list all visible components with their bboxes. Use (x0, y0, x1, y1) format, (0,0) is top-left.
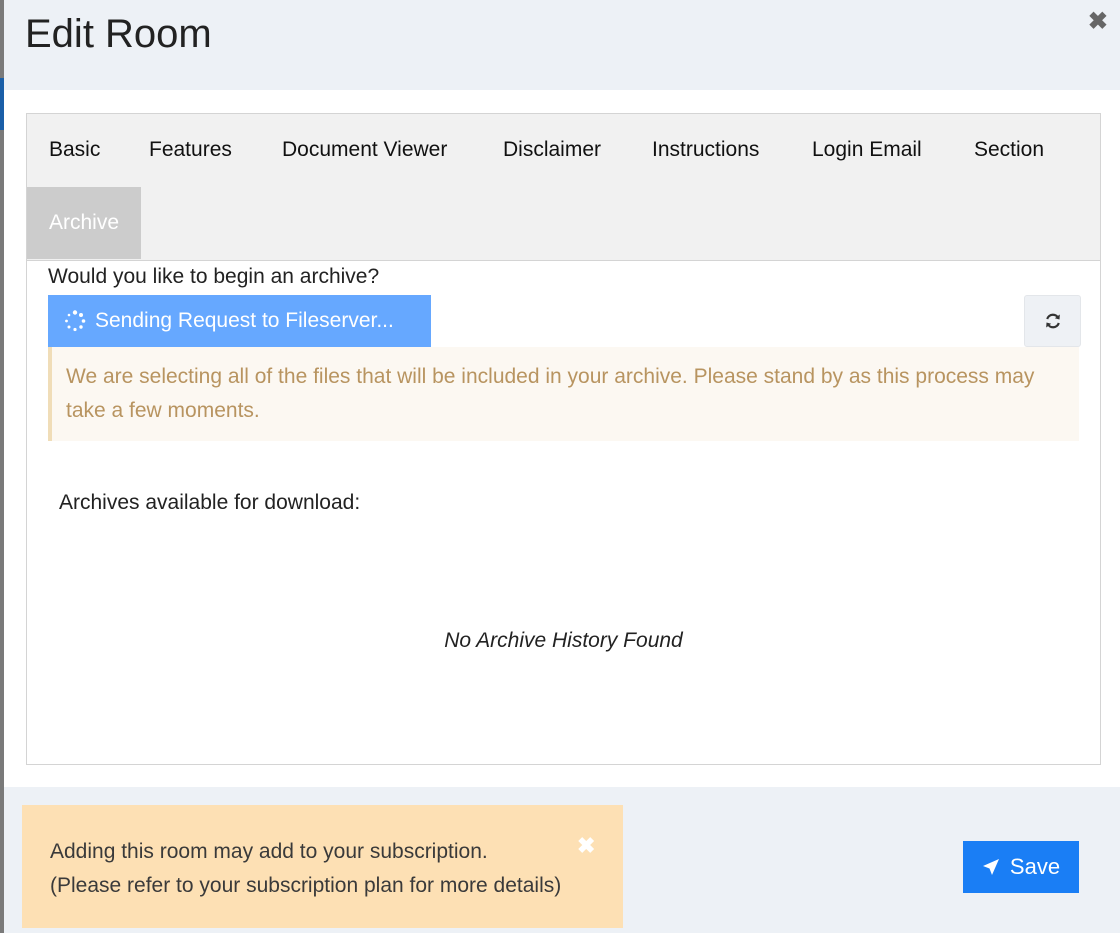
subscription-line-1: Adding this room may add to your subscri… (50, 840, 488, 863)
save-label: Save (1009, 854, 1061, 879)
modal-title: Edit Room (25, 12, 212, 56)
tab-features[interactable]: Features (127, 114, 254, 186)
tab-basic[interactable]: Basic (27, 114, 122, 186)
sending-request-label: Sending Request to Fileserver... (95, 309, 394, 332)
empty-archive-message: No Archive History Found (444, 629, 683, 652)
archives-available-label: Archives available for download: (59, 491, 361, 514)
modal-header: Edit Room ✖ (4, 0, 1120, 90)
subscription-line-2: (Please refer to your subscription plan … (50, 874, 562, 897)
archive-progress-alert: We are selecting all of the files that w… (48, 347, 1079, 441)
close-icon[interactable]: ✖ (1088, 10, 1108, 34)
archive-question: Would you like to begin an archive? (48, 265, 380, 288)
tab-instructions[interactable]: Instructions (630, 114, 781, 186)
tab-section[interactable]: Section (952, 114, 1066, 186)
refresh-button[interactable] (1024, 295, 1081, 347)
tab-bar: Basic Features Document Viewer Disclaime… (27, 114, 1100, 261)
tab-panel: Basic Features Document Viewer Disclaime… (26, 113, 1101, 765)
tab-disclaimer[interactable]: Disclaimer (481, 114, 623, 186)
edit-room-modal: Edit Room ✖ Basic Features Document View… (4, 0, 1120, 933)
refresh-icon (1045, 313, 1060, 329)
close-icon[interactable]: ✖ (577, 835, 595, 857)
sending-request-button[interactable]: Sending Request to Fileserver... (48, 295, 431, 347)
subscription-alert: Adding this room may add to your subscri… (22, 805, 623, 928)
tab-document-viewer[interactable]: Document Viewer (260, 114, 469, 186)
tab-login-email[interactable]: Login Email (790, 114, 944, 186)
tab-archive[interactable]: Archive (27, 187, 142, 259)
save-button[interactable]: Save (963, 841, 1079, 893)
send-icon (982, 859, 999, 875)
spinner-icon (65, 310, 86, 332)
modal-footer: Adding this room may add to your subscri… (4, 787, 1120, 933)
